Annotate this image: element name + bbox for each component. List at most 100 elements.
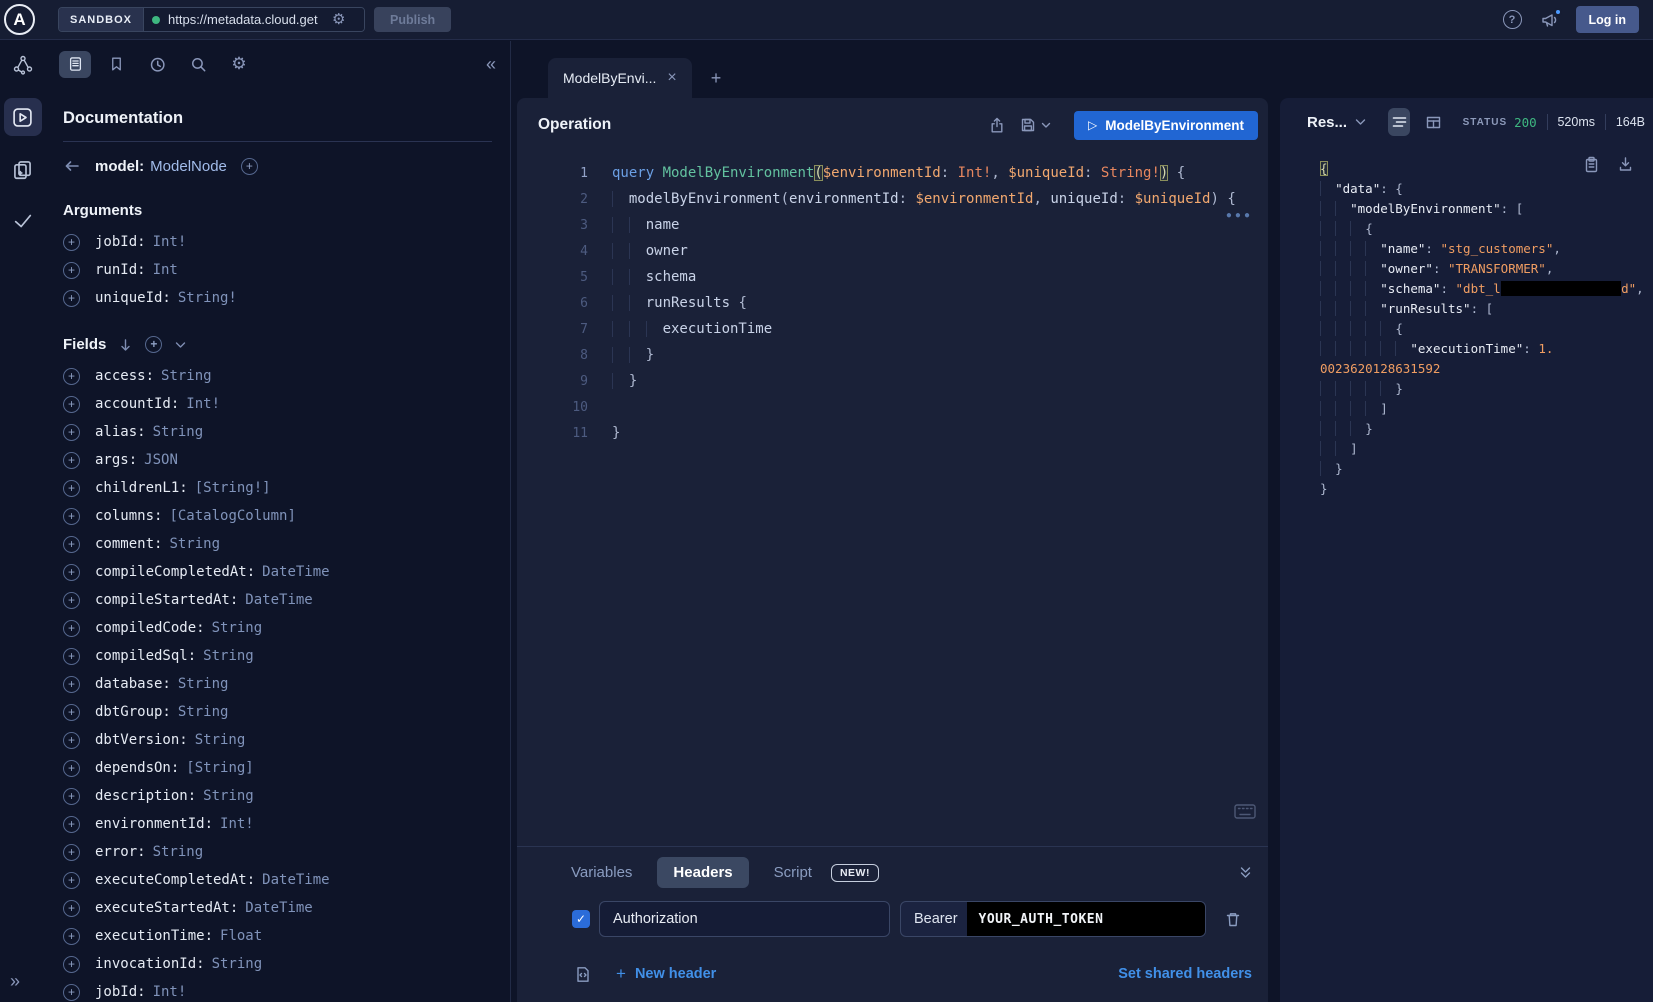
query-code-line[interactable]: 1query ModelByEnvironment($environmentId… (517, 160, 1268, 186)
field-row[interactable]: +error:String (63, 838, 492, 866)
header-enabled-checkbox[interactable]: ✓ (572, 910, 590, 928)
field-row[interactable]: +args:JSON (63, 446, 492, 474)
set-shared-headers-button[interactable]: Set shared headers (1118, 966, 1252, 982)
formatted-view-toggle[interactable] (1388, 108, 1410, 136)
header-key-input[interactable] (599, 901, 890, 937)
add-to-query-icon[interactable]: + (63, 424, 80, 441)
add-to-query-icon[interactable]: + (63, 760, 80, 777)
query-code-line[interactable]: 5 schema (517, 264, 1268, 290)
download-response-icon[interactable] (1618, 156, 1633, 173)
field-row[interactable]: +comment:String (63, 530, 492, 558)
nav-collections-icon[interactable] (4, 150, 42, 188)
field-row[interactable]: +executionTime:Float (63, 922, 492, 950)
documentation-tab-icon[interactable] (59, 51, 91, 78)
add-to-query-icon[interactable]: + (63, 816, 80, 833)
table-view-toggle[interactable] (1422, 108, 1444, 136)
query-code-line[interactable]: 7 executionTime (517, 316, 1268, 342)
add-to-query-icon[interactable]: + (63, 704, 80, 721)
add-to-query-icon[interactable]: + (63, 732, 80, 749)
field-row[interactable]: +dependsOn:[String] (63, 754, 492, 782)
field-row[interactable]: +compiledCode:String (63, 614, 492, 642)
add-to-query-icon[interactable]: + (63, 452, 80, 469)
breadcrumb-type[interactable]: ModelNode (150, 158, 227, 175)
argument-row[interactable]: +uniqueId:String! (63, 284, 492, 312)
collapse-panel-icon[interactable]: « (486, 54, 496, 75)
collapse-request-panel-icon[interactable] (1239, 866, 1252, 879)
login-button[interactable]: Log in (1576, 6, 1640, 33)
docs-settings-gear-icon[interactable]: ⚙ (223, 51, 255, 78)
tab-script[interactable]: Script (774, 864, 812, 881)
field-row[interactable]: +environmentId:Int! (63, 810, 492, 838)
add-to-query-icon[interactable]: + (63, 290, 80, 307)
field-row[interactable]: +dbtVersion:String (63, 726, 492, 754)
query-code-line[interactable]: 2 modelByEnvironment(environmentId: $env… (517, 186, 1268, 212)
add-to-query-icon[interactable]: + (63, 262, 80, 279)
query-code-line[interactable]: 9 } (517, 368, 1268, 394)
add-to-query-icon[interactable]: + (63, 648, 80, 665)
endpoint-url-input[interactable] (168, 12, 328, 27)
field-row[interactable]: +jobId:Int! (63, 978, 492, 1002)
new-tab-button[interactable]: + (711, 68, 722, 89)
field-row[interactable]: +compiledSql:String (63, 642, 492, 670)
field-row[interactable]: +access:String (63, 362, 492, 390)
field-row[interactable]: +compileCompletedAt:DateTime (63, 558, 492, 586)
help-icon[interactable]: ? (1503, 10, 1522, 29)
keyboard-shortcuts-icon[interactable] (1234, 804, 1256, 819)
nav-schema-icon[interactable] (4, 46, 42, 84)
save-operation-icon[interactable] (1020, 117, 1036, 133)
close-tab-icon[interactable]: × (667, 69, 676, 87)
tab-headers[interactable]: Headers (657, 857, 748, 888)
sort-fields-icon[interactable] (119, 338, 132, 352)
add-to-query-icon[interactable]: + (63, 676, 80, 693)
chevron-down-icon[interactable] (175, 341, 186, 349)
query-editor[interactable]: 1query ModelByEnvironment($environmentId… (517, 152, 1268, 446)
apollo-logo[interactable]: A (4, 4, 35, 35)
expand-sidebar-icon[interactable]: » (10, 971, 20, 992)
add-all-fields-icon[interactable]: + (145, 336, 162, 353)
add-to-query-icon[interactable]: + (63, 844, 80, 861)
add-to-query-icon[interactable]: + (63, 900, 80, 917)
query-code-line[interactable]: 3 name (517, 212, 1268, 238)
argument-row[interactable]: +runId:Int (63, 256, 492, 284)
add-to-query-icon[interactable]: + (63, 368, 80, 385)
field-row[interactable]: +accountId:Int! (63, 390, 492, 418)
endpoint-settings-gear-icon[interactable]: ⚙ (332, 12, 345, 27)
back-arrow-icon[interactable] (63, 158, 80, 174)
environment-variables-icon[interactable] (575, 966, 591, 983)
response-dropdown-chevron-icon[interactable] (1355, 118, 1366, 126)
new-header-button[interactable]: + New header (616, 964, 716, 984)
announcements-icon[interactable] (1540, 11, 1560, 29)
add-to-query-icon[interactable]: + (63, 508, 80, 525)
add-to-query-icon[interactable]: + (63, 984, 80, 1001)
field-row[interactable]: +alias:String (63, 418, 492, 446)
search-icon[interactable] (182, 51, 214, 78)
field-row[interactable]: +dbtGroup:String (63, 698, 492, 726)
add-to-query-icon[interactable]: + (63, 396, 80, 413)
editor-more-options-icon[interactable]: ●●● (1226, 210, 1253, 221)
history-icon[interactable] (141, 51, 173, 78)
add-to-query-icon[interactable]: + (63, 620, 80, 637)
operation-tab[interactable]: ModelByEnvi... × (548, 58, 692, 98)
query-code-line[interactable]: 4 owner (517, 238, 1268, 264)
save-options-chevron-icon[interactable] (1041, 122, 1051, 129)
field-row[interactable]: +database:String (63, 670, 492, 698)
share-operation-icon[interactable] (989, 117, 1005, 134)
publish-button[interactable]: Publish (374, 7, 451, 32)
add-to-query-icon[interactable]: + (63, 872, 80, 889)
field-row[interactable]: +columns:[CatalogColumn] (63, 502, 492, 530)
tab-variables[interactable]: Variables (571, 864, 632, 881)
add-to-query-icon[interactable]: + (63, 234, 80, 251)
argument-row[interactable]: +jobId:Int! (63, 228, 492, 256)
nav-explorer-icon[interactable] (4, 98, 42, 136)
query-code-line[interactable]: 11} (517, 420, 1268, 446)
field-row[interactable]: +compileStartedAt:DateTime (63, 586, 492, 614)
add-to-query-icon[interactable]: + (63, 536, 80, 553)
auth-token-value[interactable]: YOUR_AUTH_TOKEN (967, 902, 1205, 936)
query-code-line[interactable]: 10 (517, 394, 1268, 420)
header-value-group[interactable]: Bearer YOUR_AUTH_TOKEN (900, 901, 1206, 937)
add-to-query-icon[interactable]: + (63, 788, 80, 805)
delete-header-icon[interactable] (1225, 911, 1241, 928)
add-field-to-query-icon[interactable]: + (241, 158, 258, 175)
field-row[interactable]: +childrenL1:[String!] (63, 474, 492, 502)
field-row[interactable]: +executeStartedAt:DateTime (63, 894, 492, 922)
